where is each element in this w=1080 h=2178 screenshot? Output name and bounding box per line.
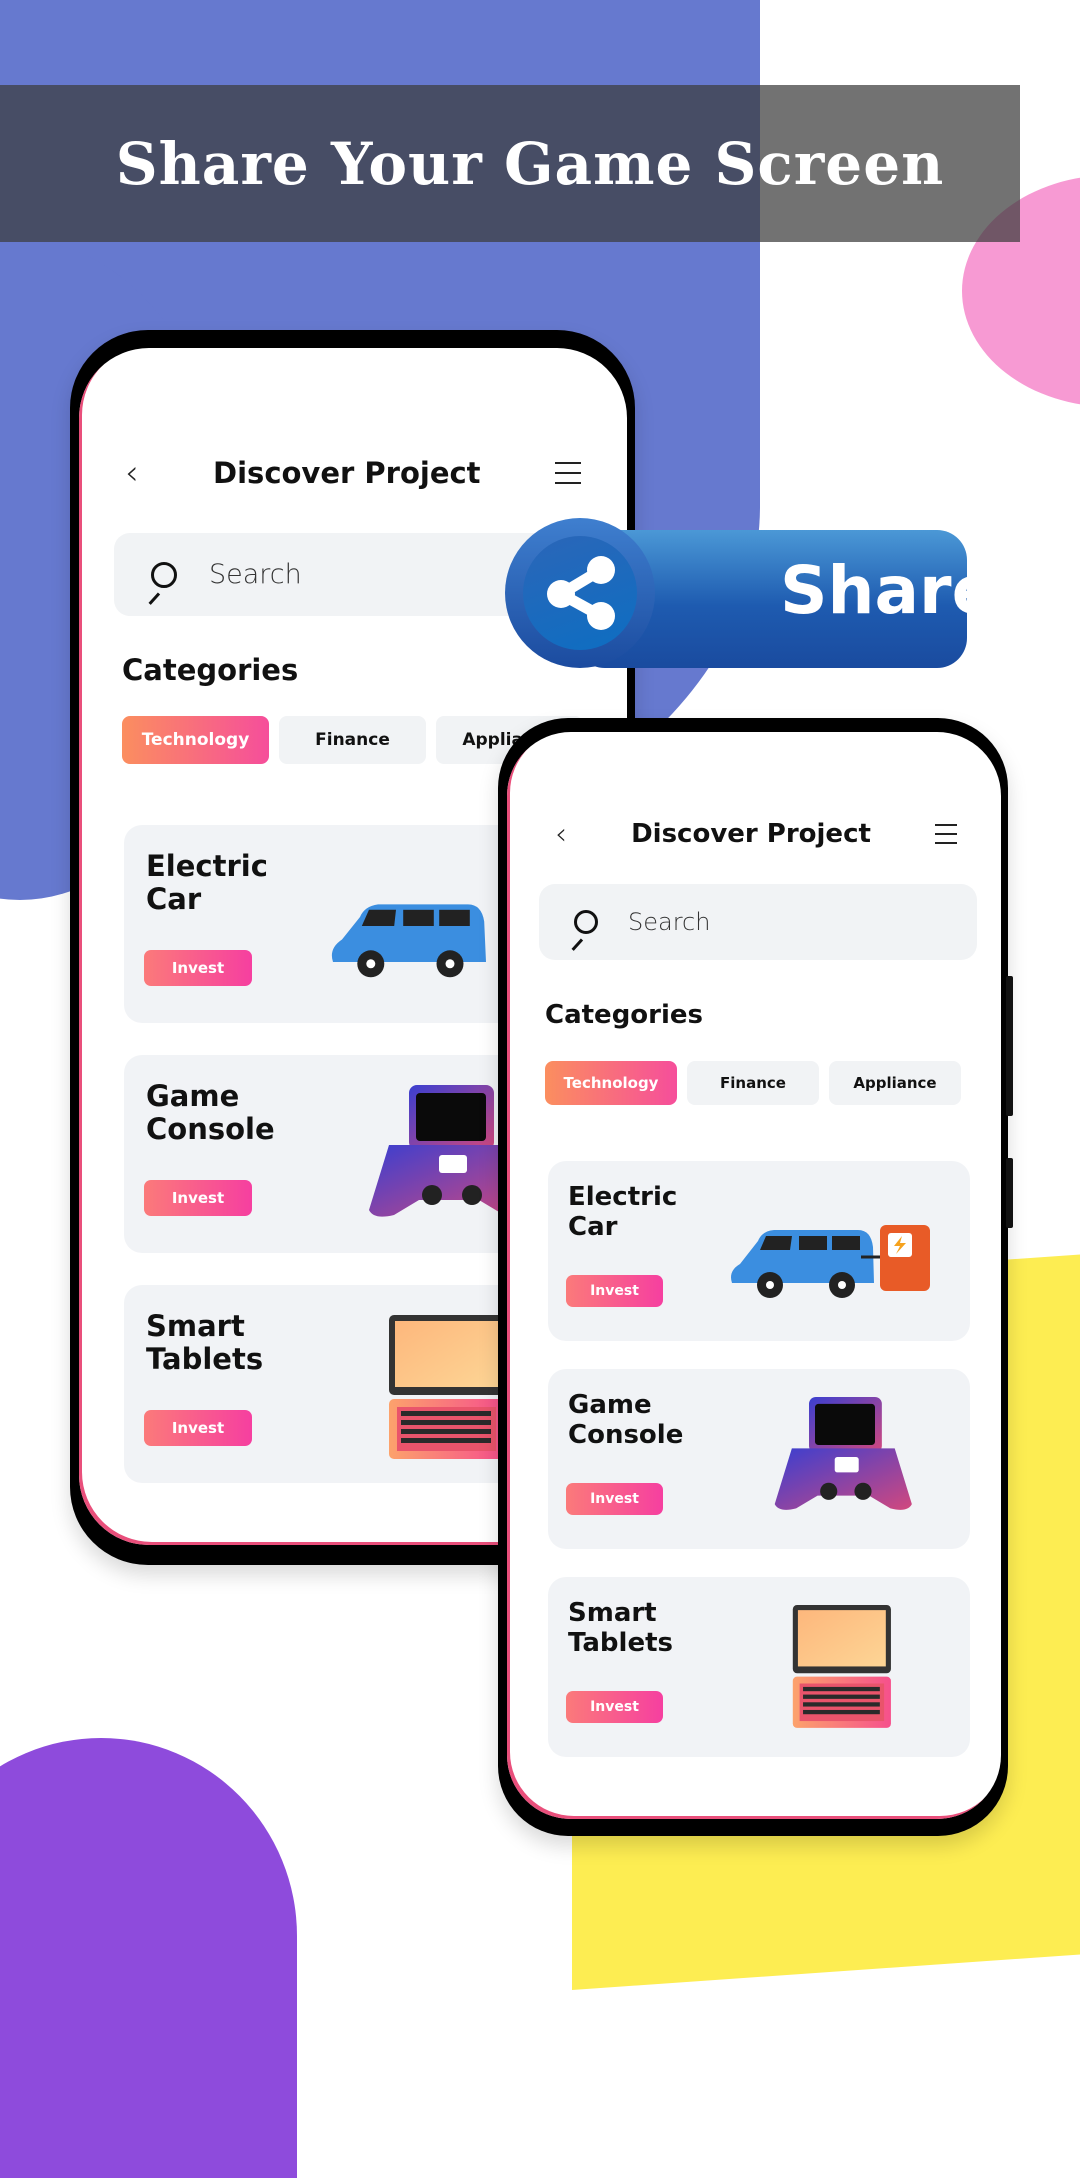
search-placeholder: Search (628, 908, 711, 936)
share-button-label: Share (780, 552, 997, 629)
laptop-icon (792, 1605, 891, 1728)
search-placeholder: Search (209, 559, 302, 590)
search-icon (574, 910, 598, 934)
card-title: Smart Tablets (146, 1309, 264, 1377)
card-title: Electric Car (568, 1182, 678, 1242)
game-console-icon (774, 1397, 912, 1510)
title-banner: Share Your Game Screen (0, 85, 1020, 242)
categories-heading: Categories (122, 653, 299, 687)
card-title: Game Console (146, 1079, 275, 1147)
share-button[interactable]: Share (505, 518, 996, 668)
search-icon (151, 561, 177, 588)
app-header: ‹ Discover Project (507, 812, 1001, 856)
invest-button[interactable]: Invest (144, 950, 252, 986)
app-header: ‹ Discover Project (79, 448, 627, 498)
invest-button[interactable]: Invest (566, 1275, 663, 1307)
background-blob-purple (0, 1738, 297, 2178)
invest-button[interactable]: Invest (144, 1410, 252, 1446)
category-chips: Technology Finance Appliance (545, 1061, 961, 1105)
project-card[interactable]: Electric Car Invest (548, 1161, 970, 1341)
card-title: Game Console (568, 1390, 684, 1450)
banner-title: Share Your Game Screen (115, 129, 945, 198)
chip-technology[interactable]: Technology (122, 716, 269, 764)
chevron-left-icon[interactable]: ‹ (555, 817, 567, 852)
card-title: Smart Tablets (568, 1598, 673, 1658)
phone-screen: ‹ Discover Project Search Categories Tec… (507, 732, 1001, 1819)
page-title: Discover Project (631, 819, 871, 849)
power-button (1006, 976, 1013, 1116)
categories-heading: Categories (545, 1000, 704, 1030)
hamburger-menu-icon[interactable] (554, 462, 581, 484)
laptop-icon (389, 1315, 504, 1459)
chip-finance[interactable]: Finance (687, 1061, 819, 1105)
invest-button[interactable]: Invest (144, 1180, 252, 1216)
chip-technology[interactable]: Technology (545, 1061, 677, 1105)
project-card[interactable]: Smart Tablets Invest (548, 1577, 970, 1757)
card-title: Electric Car (146, 849, 268, 917)
share-icon (547, 556, 615, 630)
chip-appliance[interactable]: Appliance (829, 1061, 961, 1105)
share-icon-circle (505, 518, 655, 668)
hamburger-menu-icon[interactable] (934, 824, 957, 844)
volume-button (1006, 1158, 1013, 1228)
electric-car-icon (731, 1225, 930, 1298)
page-title: Discover Project (213, 456, 481, 490)
chip-finance[interactable]: Finance (279, 716, 426, 764)
invest-button[interactable]: Invest (566, 1483, 663, 1515)
project-card[interactable]: Game Console Invest (548, 1369, 970, 1549)
chevron-left-icon[interactable]: ‹ (125, 453, 139, 493)
electric-car-icon (331, 904, 486, 978)
search-input[interactable]: Search (539, 884, 977, 960)
phone-mockup-right: ‹ Discover Project Search Categories Tec… (498, 718, 1013, 1836)
invest-button[interactable]: Invest (566, 1691, 663, 1723)
